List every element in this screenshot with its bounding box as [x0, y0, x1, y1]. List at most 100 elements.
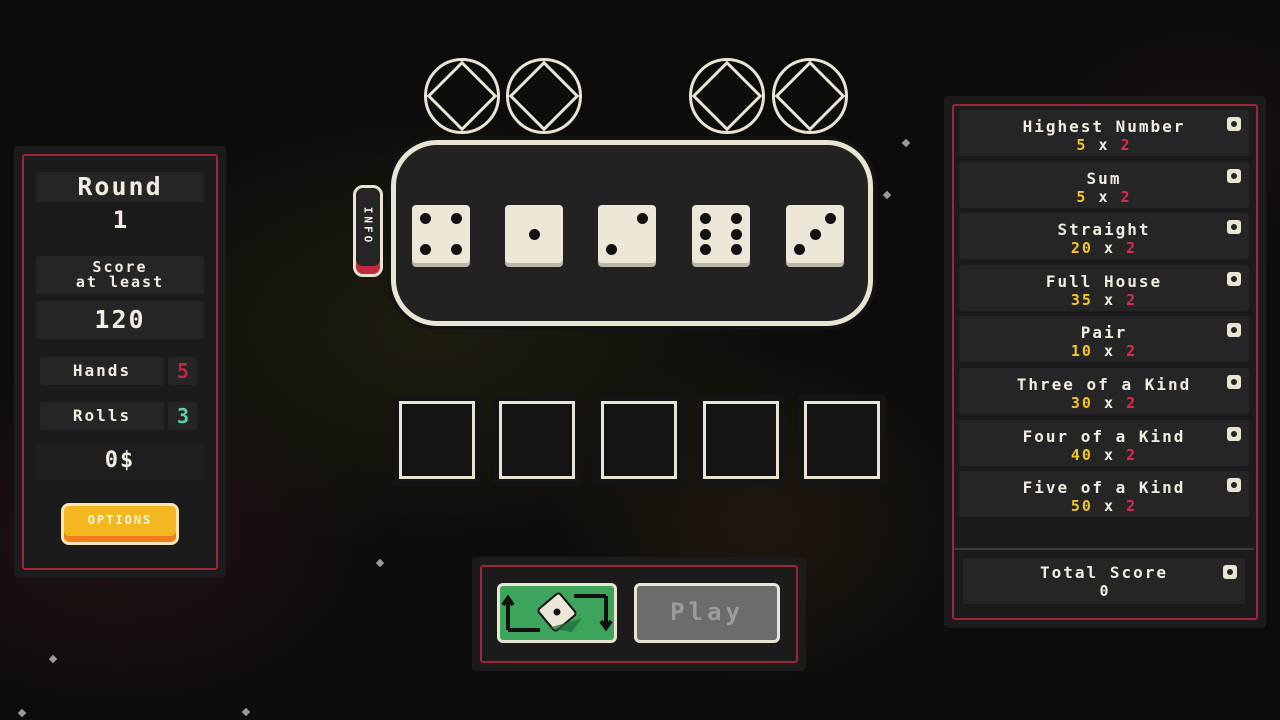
hand-base-score: 40	[1070, 445, 1093, 464]
hand-row: Pair 10 x 2	[959, 316, 1249, 363]
die-pip	[700, 213, 712, 225]
eye-icon[interactable]	[1227, 168, 1241, 183]
joker-slot-1[interactable]	[424, 58, 500, 134]
eye-icon[interactable]	[1227, 478, 1241, 493]
hand-base-score: 30	[1070, 394, 1093, 412]
die-pip	[700, 243, 712, 255]
die-pip	[700, 228, 712, 240]
die-pip	[809, 228, 821, 240]
hand-row: Straight 20 x 2	[959, 213, 1249, 260]
times-sign: x	[1104, 445, 1116, 464]
hand-base-score: 20	[1070, 239, 1093, 258]
held-dice-slot[interactable]	[595, 395, 683, 487]
hand-multiplier: 2	[1126, 239, 1138, 258]
die-4[interactable]	[692, 205, 750, 263]
hand-base-score: 10	[1070, 342, 1093, 361]
times-sign: x	[1104, 342, 1116, 361]
joker-slot-3[interactable]	[689, 58, 765, 134]
hand-name: Full House	[1045, 271, 1163, 291]
eye-icon[interactable]	[1227, 323, 1241, 338]
times-sign: x	[1104, 239, 1116, 258]
die-5[interactable]	[786, 205, 844, 263]
held-dice-slot[interactable]	[697, 395, 785, 487]
eye-icon[interactable]	[1227, 220, 1241, 235]
diamond-icon	[774, 60, 846, 132]
hand-calc: 5 x 2	[959, 188, 1249, 206]
hand-calc: 40 x 2	[959, 446, 1249, 464]
hand-base-score: 35	[1070, 290, 1093, 309]
reroll-button[interactable]	[497, 583, 617, 643]
hand-types-panel: Total Score 0 Highest Number 5 x 2 Sum 5 x …	[944, 96, 1266, 628]
die-pip	[730, 243, 742, 255]
background-star	[241, 707, 251, 717]
slot-outline	[399, 401, 475, 479]
die-pip	[606, 243, 618, 255]
hand-calc: 5 x 2	[959, 136, 1249, 154]
times-sign: x	[1098, 136, 1110, 154]
options-button[interactable]: OPTIONS	[61, 503, 179, 545]
eye-icon[interactable]	[1227, 117, 1241, 131]
background-star	[17, 708, 27, 718]
hand-row: Highest Number 5 x 2	[959, 110, 1249, 156]
score-target-value: 120	[36, 301, 204, 339]
joker-slot-2[interactable]	[506, 58, 582, 134]
die-pip	[824, 213, 836, 225]
slot-outline	[703, 401, 779, 479]
hand-base-score: 5	[1076, 136, 1088, 154]
hand-calc: 20 x 2	[959, 239, 1249, 257]
held-dice-slot[interactable]	[493, 395, 581, 487]
hand-multiplier: 2	[1126, 445, 1138, 464]
hand-row: Five of a Kind 50 x 2	[959, 471, 1249, 518]
die-2[interactable]	[505, 205, 563, 263]
rolls-label: Rolls	[40, 402, 164, 430]
die-1[interactable]	[412, 205, 470, 263]
hand-name: Five of a Kind	[1022, 478, 1186, 498]
die-pip	[420, 213, 432, 225]
background-star	[901, 138, 911, 148]
eye-icon[interactable]	[1227, 271, 1241, 286]
hand-name: Three of a Kind	[1016, 375, 1192, 394]
dice-tray	[391, 140, 873, 326]
hand-multiplier: 2	[1120, 187, 1132, 206]
background-star	[48, 654, 58, 664]
diamond-icon	[508, 60, 580, 132]
round-label: Round	[36, 172, 204, 202]
hand-multiplier: 2	[1126, 290, 1138, 309]
score-target-label: Score at least	[36, 256, 204, 294]
times-sign: x	[1104, 497, 1116, 516]
total-score-value: 0	[1099, 582, 1109, 600]
score-label-line2: at least	[75, 273, 165, 291]
hand-row: Full House 35 x 2	[959, 264, 1249, 311]
held-dice-slot[interactable]	[393, 395, 481, 487]
action-panel: Play	[472, 557, 806, 671]
money-display: 0$	[36, 442, 204, 480]
slot-outline	[499, 401, 575, 479]
hands-count: 5	[168, 357, 198, 385]
total-score-label: Total Score	[1040, 563, 1168, 582]
times-sign: x	[1104, 290, 1116, 309]
die-pip	[636, 213, 648, 225]
die-3[interactable]	[598, 205, 656, 263]
held-dice-slot[interactable]	[798, 395, 886, 487]
round-value: 1	[112, 206, 128, 234]
hand-row: Sum 5 x 2	[959, 161, 1249, 208]
hand-calc: 30 x 2	[959, 394, 1249, 412]
die-pip	[730, 228, 742, 240]
info-tab[interactable]: INFO	[353, 185, 383, 277]
background-star	[375, 558, 385, 568]
hand-calc: 50 x 2	[959, 497, 1249, 515]
die-pip	[420, 243, 432, 255]
play-button[interactable]: Play	[634, 583, 780, 643]
hand-name: Straight	[1057, 220, 1151, 240]
die-pip	[794, 243, 806, 255]
hand-name: Sum	[1086, 168, 1122, 188]
hand-multiplier: 2	[1126, 342, 1138, 361]
eye-icon[interactable]	[1223, 565, 1237, 579]
die-pip	[450, 243, 462, 255]
eye-icon[interactable]	[1227, 375, 1241, 389]
eye-icon[interactable]	[1227, 426, 1241, 441]
joker-slot-4[interactable]	[772, 58, 848, 134]
diamond-icon	[691, 60, 763, 132]
hand-name: Pair	[1080, 323, 1128, 343]
times-sign: x	[1098, 187, 1110, 206]
